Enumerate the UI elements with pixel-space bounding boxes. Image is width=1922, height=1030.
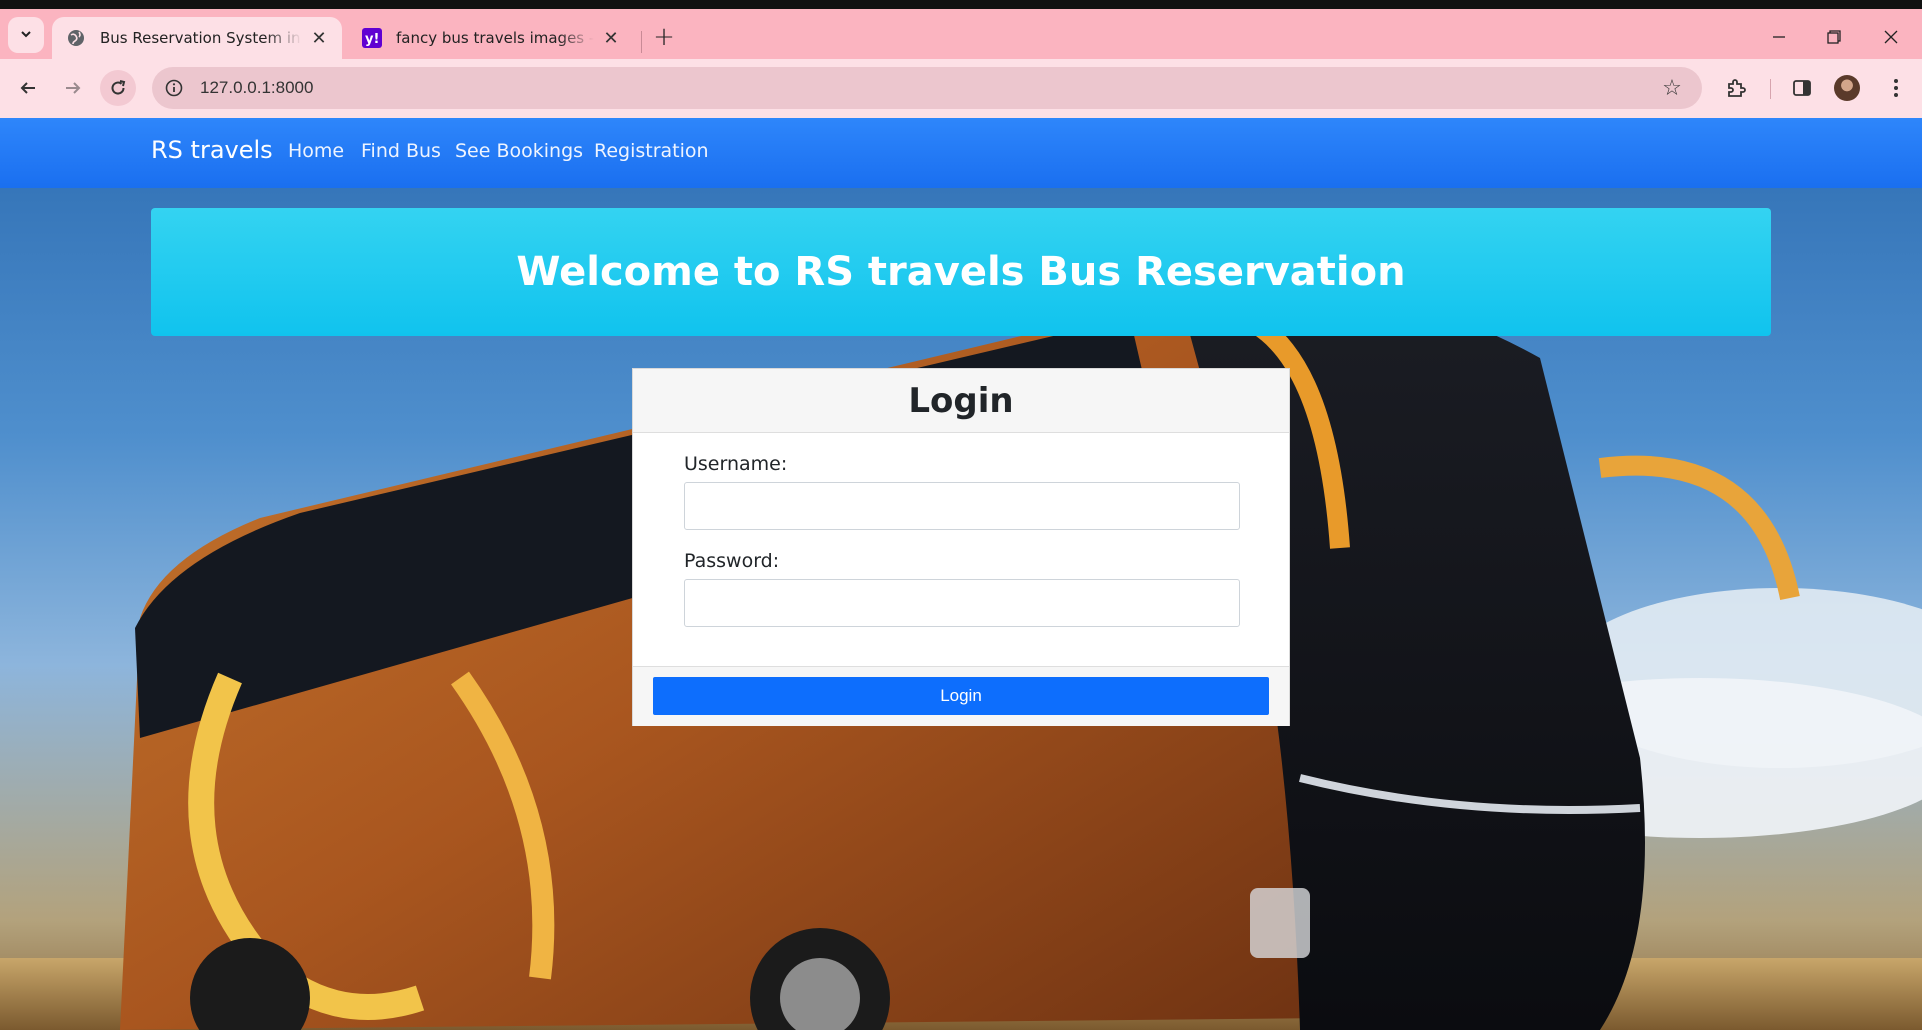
reload-button[interactable] bbox=[100, 70, 136, 106]
extensions-icon[interactable] bbox=[1720, 72, 1752, 104]
login-button[interactable]: Login bbox=[653, 677, 1269, 715]
nav-see-bookings[interactable]: See Bookings bbox=[455, 140, 583, 162]
browser-toolbar: 127.0.0.1:8000 ☆ bbox=[0, 59, 1922, 118]
tab-search-button[interactable] bbox=[8, 17, 44, 53]
browser-chrome: Bus Reservation System in Djan ✕ y! fanc… bbox=[0, 0, 1922, 118]
more-menu-icon[interactable] bbox=[1880, 72, 1912, 104]
back-button[interactable] bbox=[10, 70, 46, 106]
tab-separator bbox=[641, 31, 642, 53]
bookmark-star-icon[interactable]: ☆ bbox=[1660, 76, 1684, 101]
profile-avatar[interactable] bbox=[1834, 75, 1860, 101]
welcome-banner: Welcome to RS travels Bus Reservation bbox=[151, 208, 1771, 336]
side-panel-icon[interactable] bbox=[1786, 72, 1818, 104]
login-card-header: Login bbox=[633, 369, 1289, 433]
username-label: Username: bbox=[684, 453, 788, 475]
address-bar[interactable]: 127.0.0.1:8000 ☆ bbox=[152, 67, 1702, 109]
new-tab-button[interactable]: + bbox=[650, 22, 678, 52]
tab-strip: Bus Reservation System in Djan ✕ y! fanc… bbox=[0, 9, 1922, 59]
url-text: 127.0.0.1:8000 bbox=[200, 78, 314, 97]
welcome-heading: Welcome to RS travels Bus Reservation bbox=[516, 249, 1406, 295]
nav-registration[interactable]: Registration bbox=[594, 140, 709, 162]
restore-button[interactable] bbox=[1807, 19, 1861, 55]
site-info-icon[interactable] bbox=[160, 74, 188, 102]
close-icon[interactable]: ✕ bbox=[600, 27, 622, 49]
tab-bus-reservation[interactable]: Bus Reservation System in Djan ✕ bbox=[52, 17, 342, 59]
password-input[interactable] bbox=[684, 579, 1240, 627]
tab-title: Bus Reservation System in Djan bbox=[100, 29, 302, 47]
window-top-strip bbox=[0, 0, 1922, 9]
tab-title: fancy bus travels images - Yaho bbox=[396, 29, 594, 47]
login-title: Login bbox=[908, 380, 1014, 421]
globe-icon bbox=[66, 28, 86, 48]
brand-link[interactable]: RS travels bbox=[151, 136, 273, 164]
site-navbar: RS travels Home Find Bus See Bookings Re… bbox=[0, 118, 1922, 188]
close-icon[interactable]: ✕ bbox=[308, 27, 330, 49]
nav-home[interactable]: Home bbox=[288, 140, 344, 162]
page-viewport: RS travels Home Find Bus See Bookings Re… bbox=[0, 118, 1922, 1030]
username-input[interactable] bbox=[684, 482, 1240, 530]
forward-button[interactable] bbox=[55, 70, 91, 106]
toolbar-separator bbox=[1770, 79, 1771, 99]
close-window-button[interactable] bbox=[1864, 19, 1918, 55]
minimize-button[interactable] bbox=[1752, 19, 1806, 55]
tab-yahoo-images[interactable]: y! fancy bus travels images - Yaho ✕ bbox=[348, 17, 634, 59]
yahoo-icon: y! bbox=[362, 28, 382, 48]
login-card: Login Username: Password: Login bbox=[632, 368, 1290, 726]
chevron-down-icon bbox=[19, 26, 33, 45]
login-card-footer: Login bbox=[633, 666, 1289, 726]
password-label: Password: bbox=[684, 550, 780, 572]
nav-find-bus[interactable]: Find Bus bbox=[361, 140, 441, 162]
svg-text:y!: y! bbox=[365, 32, 379, 47]
